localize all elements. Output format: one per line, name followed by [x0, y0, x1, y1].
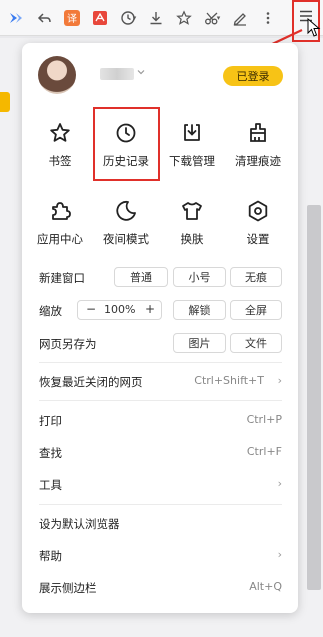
menu-item-shortcut: Ctrl+P — [246, 413, 282, 426]
download-icon[interactable] — [144, 4, 168, 32]
zoom-in-button[interactable]: + — [145, 302, 155, 316]
menu-item-set-default-browser[interactable]: 设为默认浏览器 — [39, 516, 282, 536]
grid-item-label: 应用中心 — [37, 232, 83, 246]
avatar[interactable] — [38, 56, 76, 94]
save-as-image-button[interactable]: 图片 — [173, 333, 226, 353]
divider — [39, 362, 282, 363]
zoom-label: 缩放 — [39, 304, 62, 318]
scrollbar[interactable] — [307, 205, 321, 590]
new-incognito-window-button[interactable]: 无痕 — [230, 267, 282, 287]
chevron-right-icon: › — [277, 548, 282, 561]
history-clock-icon[interactable]: ▾ — [116, 4, 140, 32]
download-box-icon — [184, 124, 200, 141]
translate-glyph: 译 — [64, 9, 80, 26]
menu-item-label: 打印 — [39, 414, 62, 428]
blue-logo-icon[interactable] — [4, 4, 28, 32]
menu-item-shortcut: Ctrl+Shift+T — [194, 374, 264, 387]
translate-icon[interactable]: 译 — [60, 4, 84, 32]
new-small-window-button[interactable]: 小号 — [173, 267, 226, 287]
menu-item-shortcut: Ctrl+F — [246, 445, 282, 458]
menu-item-tools[interactable]: 工具 › — [39, 477, 282, 497]
shirt-icon — [182, 202, 202, 220]
username-blurred[interactable] — [100, 68, 134, 80]
grid-item-skin[interactable]: 换肤 — [159, 193, 225, 253]
menu-item-label: 恢复最近关闭的网页 — [39, 375, 143, 389]
chevron-down-icon[interactable] — [136, 67, 146, 77]
new-normal-window-button[interactable]: 普通 — [114, 267, 168, 287]
divider — [39, 504, 282, 505]
menu-item-label: 工具 — [39, 478, 62, 492]
grid-item-downloads[interactable]: 下载管理 — [159, 115, 225, 175]
menu-item-label: 设为默认浏览器 — [39, 517, 120, 531]
grid-item-clean-traces[interactable]: 清理痕迹 — [225, 115, 291, 175]
fullscreen-button[interactable]: 全屏 — [230, 300, 282, 320]
moon-icon — [116, 200, 136, 221]
save-page-label: 网页另存为 — [39, 337, 97, 351]
status-badge[interactable]: 已登录 — [223, 66, 283, 86]
menu-item-shortcut: Alt+Q — [249, 580, 282, 593]
page-yellow-tab — [0, 92, 10, 112]
grid-item-label: 设置 — [246, 232, 270, 246]
main-menu-panel: 已登录 书签 历史记录 下载管理 清理痕迹 应用中心 夜间模式 换肤 设置 新建… — [22, 43, 298, 613]
grid-item-settings[interactable]: 设置 — [225, 193, 291, 253]
grid-item-label: 夜间模式 — [103, 232, 149, 246]
caret-down-icon: ▾ — [132, 13, 137, 22]
grid-item-label: 清理痕迹 — [235, 154, 281, 168]
divider — [39, 400, 282, 401]
menu-item-label: 展示侧边栏 — [39, 581, 97, 595]
menu-item-print[interactable]: 打印 Ctrl+P — [39, 413, 282, 433]
more-vertical-icon[interactable] — [256, 4, 280, 32]
screenshot-scissors-icon[interactable]: ▾ — [200, 4, 224, 32]
menu-item-help[interactable]: 帮助 › — [39, 548, 282, 568]
mouse-cursor-icon — [307, 18, 321, 37]
puzzle-icon — [52, 202, 71, 220]
menu-item-restore-closed[interactable]: 恢复最近关闭的网页 Ctrl+Shift+T › — [39, 374, 282, 394]
star-icon — [50, 123, 70, 142]
menu-item-find[interactable]: 查找 Ctrl+F — [39, 445, 282, 465]
zoom-value: 100% — [104, 303, 136, 316]
unlock-zoom-button[interactable]: 解锁 — [173, 300, 226, 320]
grid-item-app-center[interactable]: 应用中心 — [27, 193, 93, 253]
edit-pen-icon[interactable] — [228, 4, 252, 32]
browser-toolbar: 译 ▾ ▾ — [0, 0, 323, 42]
new-window-label: 新建窗口 — [39, 271, 85, 285]
menu-item-label: 帮助 — [39, 549, 62, 563]
menu-item-show-sidebar[interactable]: 展示侧边栏 Alt+Q — [39, 580, 282, 600]
grid-item-label: 换肤 — [180, 232, 204, 246]
annotation-highlight-box — [93, 107, 160, 181]
save-as-file-button[interactable]: 文件 — [230, 333, 282, 353]
chevron-right-icon: › — [277, 477, 282, 490]
back-arrow-icon[interactable] — [32, 4, 56, 32]
zoom-out-button[interactable]: − — [86, 302, 96, 316]
chevron-right-icon: › — [277, 374, 282, 387]
broom-icon — [250, 123, 266, 142]
menu-item-label: 查找 — [39, 446, 62, 460]
pdf-icon[interactable] — [88, 4, 112, 32]
grid-item-label: 下载管理 — [169, 154, 215, 168]
gear-icon — [248, 200, 268, 222]
grid-item-label: 书签 — [48, 154, 72, 168]
grid-item-night-mode[interactable]: 夜间模式 — [93, 193, 159, 253]
grid-item-bookmarks[interactable]: 书签 — [27, 115, 93, 175]
caret-down-icon: ▾ — [216, 13, 221, 22]
favorite-star-icon[interactable] — [172, 4, 196, 32]
